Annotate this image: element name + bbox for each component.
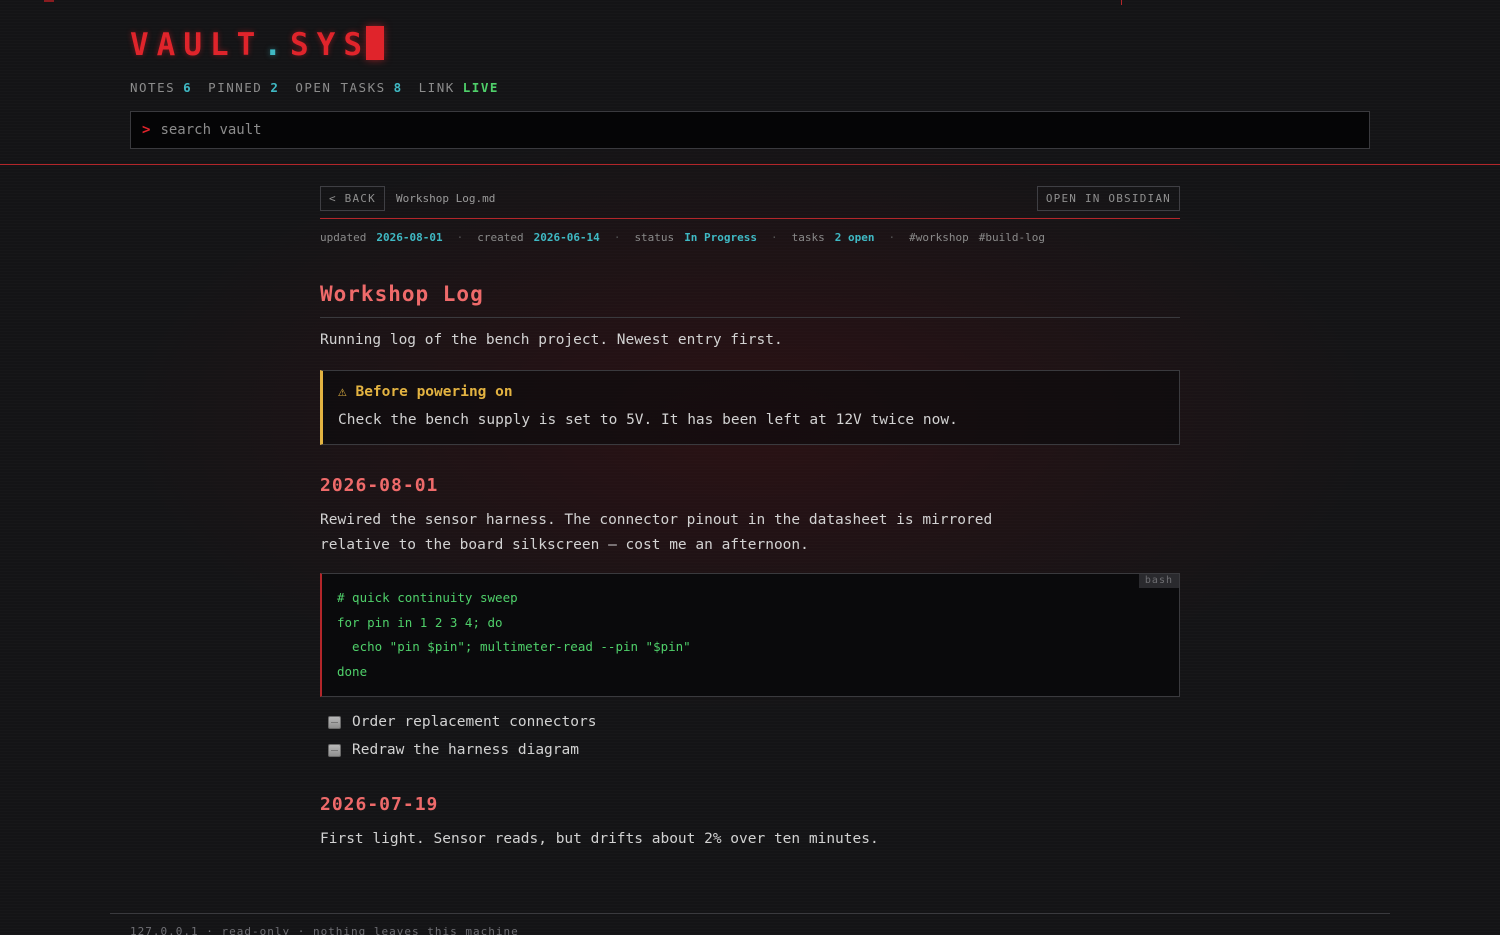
created-label: created (477, 231, 524, 244)
code-line: for pin in 1 2 3 4; do (337, 615, 503, 630)
created-value: 2026-06-14 (533, 231, 600, 244)
search-input[interactable] (160, 122, 1341, 138)
app-logo[interactable]: VAULT.SYS (130, 26, 384, 63)
code-block: bash # quick continuity sweep for pin in… (320, 573, 1180, 697)
warning-callout: ⚠ Before powering on Check the bench sup… (320, 370, 1180, 445)
updated-label: updated (320, 231, 367, 244)
task-label: Order replacement connectors (352, 714, 597, 730)
search-bar: > (130, 111, 1370, 149)
callout-title: ⚠ Before powering on (338, 384, 513, 400)
note-intro: Running log of the bench project. Newest… (320, 332, 783, 348)
tasks-label: tasks (791, 231, 825, 244)
logo-sys: SYS (290, 27, 370, 63)
tag-build-log[interactable]: #build-log (979, 231, 1045, 244)
note-meta: updated 2026-08-01 · created 2026-06-14 · stat… (320, 231, 1055, 244)
logo-dot: . (263, 27, 290, 63)
meta-separator: · (456, 231, 464, 244)
callout-body: Check the bench supply is set to 5V. It … (338, 412, 958, 428)
pinned-label: PINNED (208, 80, 263, 95)
logo-main: VAULT (130, 27, 264, 63)
back-button[interactable]: < BACK (320, 186, 385, 211)
note-toolbar: < BACK Workshop Log.md OPEN IN OBSIDIAN (320, 186, 1180, 219)
title-divider (320, 317, 1180, 318)
meta-separator: · (613, 231, 621, 244)
task-item: Order replacement connectors (328, 714, 596, 730)
footer-divider (110, 913, 1390, 914)
status-value: In Progress (684, 231, 758, 244)
code-language-badge: bash (1138, 574, 1179, 588)
open-tasks-label: OPEN TASKS (295, 80, 386, 95)
callout-title-text: Before powering on (355, 384, 513, 400)
blinking-cursor-icon (366, 26, 384, 60)
notes-label: NOTES (130, 80, 176, 95)
code-line: echo "pin $pin"; multimeter-read --pin "… (337, 639, 691, 654)
tasks-value: 2 open (834, 231, 875, 244)
task-label: Redraw the harness diagram (352, 742, 579, 758)
code-line: done (337, 664, 368, 679)
notes-count: 6 (183, 80, 193, 95)
status-label: status (634, 231, 675, 244)
task-checkbox[interactable] (328, 743, 341, 757)
entry-text-line: First light. Sensor reads, but drifts ab… (320, 831, 879, 847)
link-status: LIVE (462, 80, 499, 95)
updated-value: 2026-08-01 (376, 231, 443, 244)
prompt-icon: > (142, 122, 151, 138)
meta-separator: · (771, 231, 778, 244)
entry-text-line: Rewired the sensor harness. The connecto… (320, 512, 993, 528)
warning-icon: ⚠ (338, 384, 347, 400)
note-filename: Workshop Log.md (396, 192, 496, 205)
code-line: # quick continuity sweep (337, 590, 518, 605)
tag-workshop[interactable]: #workshop (909, 231, 969, 244)
task-checkbox[interactable] (328, 715, 341, 729)
task-item: Redraw the harness diagram (328, 742, 579, 758)
decor-tick (1121, 0, 1122, 5)
note-title: Workshop Log (320, 282, 484, 306)
header: VAULT.SYS NOTES 6 PINNED 2 OPEN TASKS 8 LINK LI… (0, 0, 1500, 165)
open-tasks-count: 8 (393, 80, 403, 95)
footer-text: 127.0.0.1 · read-only · nothing leaves t… (130, 925, 519, 935)
pinned-count: 2 (270, 80, 280, 95)
decor-line (44, 0, 54, 2)
entry-date-heading: 2026-07-19 (320, 794, 439, 815)
entry-date-heading: 2026-08-01 (320, 475, 439, 496)
link-label: LINK (418, 80, 455, 95)
meta-separator: · (888, 231, 896, 244)
open-in-obsidian-button[interactable]: OPEN IN OBSIDIAN (1036, 186, 1180, 211)
vault-stats: NOTES 6 PINNED 2 OPEN TASKS 8 LINK LIVE (130, 80, 499, 95)
entry-text-line: relative to the board silkscreen — cost … (320, 537, 809, 553)
